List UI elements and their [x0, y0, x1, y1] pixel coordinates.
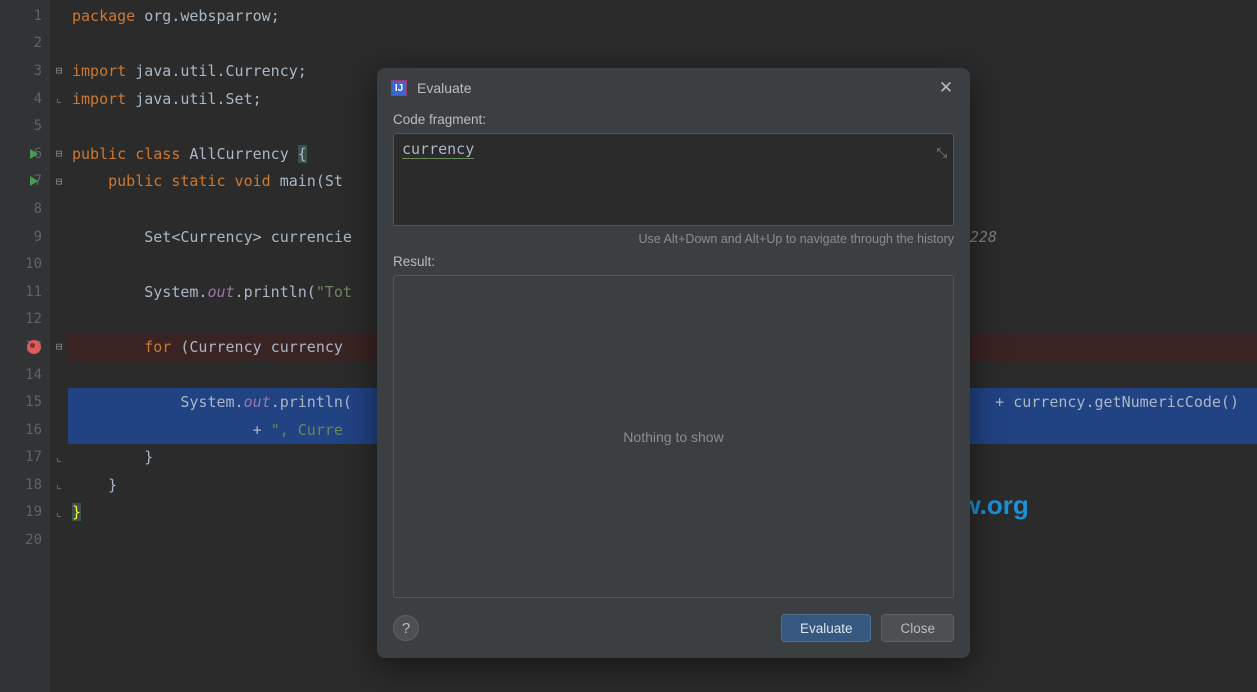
code-fragment-label: Code fragment:	[393, 112, 954, 127]
fold-end-icon: ⌞	[56, 92, 63, 105]
collapse-icon[interactable]: ⤡	[937, 146, 947, 161]
close-button[interactable]: Close	[881, 614, 954, 642]
evaluate-button[interactable]: Evaluate	[781, 614, 872, 642]
fold-end-icon: ⌞	[56, 478, 63, 491]
line-number: 9	[0, 223, 50, 251]
code-fragment-input[interactable]: currency ⤡	[393, 133, 954, 226]
fold-end-icon: ⌞	[56, 451, 63, 464]
history-hint: Use Alt+Down and Alt+Up to navigate thro…	[393, 232, 954, 246]
run-gutter-icon[interactable]	[30, 149, 38, 159]
result-label: Result:	[393, 254, 954, 269]
line-number: 13	[0, 333, 50, 361]
line-number: 3	[0, 57, 50, 85]
line-number: 8	[0, 195, 50, 223]
fold-end-icon: ⌞	[56, 506, 63, 519]
line-number: 15	[0, 388, 50, 416]
line-number: 19	[0, 499, 50, 527]
result-panel: Nothing to show	[393, 275, 954, 598]
evaluate-dialog: IJ Evaluate ✕ Code fragment: currency ⤡ …	[377, 68, 970, 658]
line-number: 16	[0, 416, 50, 444]
line-number: 14	[0, 361, 50, 389]
line-number: 17	[0, 444, 50, 472]
intellij-icon: IJ	[391, 80, 407, 96]
breakpoint-icon[interactable]	[27, 340, 41, 354]
dialog-titlebar[interactable]: IJ Evaluate ✕	[377, 68, 970, 104]
line-number: 6	[0, 140, 50, 168]
line-number: 7	[0, 168, 50, 196]
line-number: 2	[0, 30, 50, 58]
line-number: 11	[0, 278, 50, 306]
line-number: 20	[0, 526, 50, 554]
fold-toggle-icon[interactable]: ⊟	[56, 147, 63, 160]
fold-toggle-icon[interactable]: ⊟	[56, 340, 63, 353]
result-empty-text: Nothing to show	[623, 429, 723, 445]
line-number: 12	[0, 306, 50, 334]
line-gutter: 1 2 3 4 5 6 7 8 9 10 11 12 13 14 15 16 1…	[0, 0, 50, 692]
line-number: 1	[0, 2, 50, 30]
line-number: 18	[0, 471, 50, 499]
fold-toggle-icon[interactable]: ⊟	[56, 175, 63, 188]
close-icon[interactable]: ✕	[936, 78, 956, 98]
dialog-title-text: Evaluate	[417, 80, 471, 96]
fold-column: ⊟ ⌞ ⊟ ⊟ ⊟ ⌞ ⌞ ⌞	[50, 0, 68, 692]
run-gutter-icon[interactable]	[30, 176, 38, 186]
fold-toggle-icon[interactable]: ⊟	[56, 64, 63, 77]
code-fragment-value: currency	[402, 140, 474, 159]
line-number: 10	[0, 250, 50, 278]
line-number: 4	[0, 85, 50, 113]
line-number: 5	[0, 112, 50, 140]
help-button[interactable]: ?	[393, 615, 419, 641]
